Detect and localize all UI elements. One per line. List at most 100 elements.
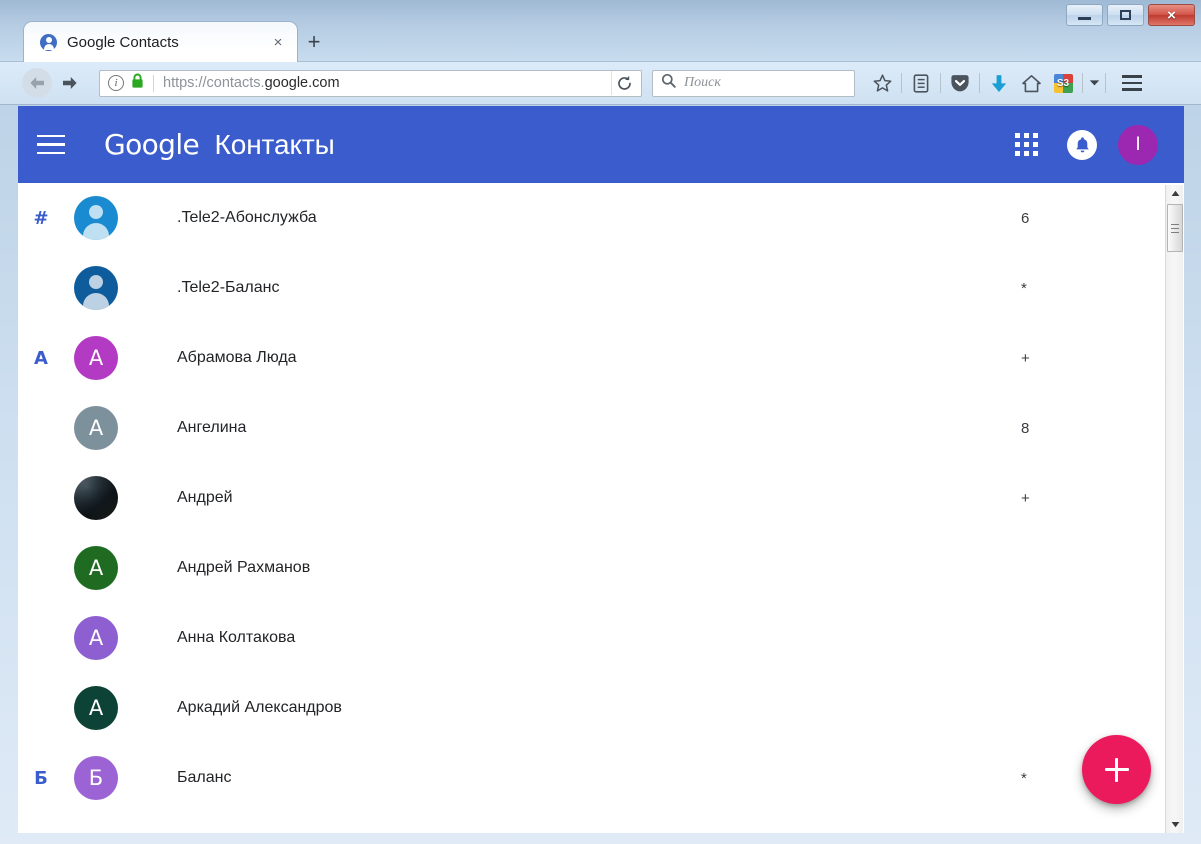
pocket-button[interactable] xyxy=(944,67,976,99)
hamburger-menu-icon xyxy=(37,134,65,138)
reading-list-icon xyxy=(913,73,929,93)
new-tab-button[interactable]: + xyxy=(300,28,328,56)
section-index-letter: Б xyxy=(34,767,48,789)
contact-phone-clipped xyxy=(1021,533,1031,603)
reading-list-button[interactable] xyxy=(905,67,937,99)
contact-avatar[interactable]: Б xyxy=(74,756,118,800)
logo-google-text: Google xyxy=(104,128,200,161)
contact-phone-clipped: 6 xyxy=(1021,209,1030,227)
arrow-right-icon xyxy=(63,77,77,89)
scroll-up-arrow-icon xyxy=(1171,190,1179,196)
contact-row[interactable]: # .Tele2-Абонслужба 6 xyxy=(18,183,1184,253)
contact-phone-clipped: 8 xyxy=(1021,419,1030,437)
browser-tab[interactable]: Google Contacts × xyxy=(23,21,298,62)
contact-phone-clipped: + xyxy=(1021,489,1030,507)
reload-button[interactable] xyxy=(611,71,637,95)
extension-button[interactable]: S3 xyxy=(1047,67,1079,99)
contact-person-icon xyxy=(40,33,57,51)
downloads-button[interactable] xyxy=(983,67,1015,99)
toolbar-icons: S3 xyxy=(866,67,1149,99)
contact-avatar[interactable] xyxy=(74,196,118,240)
extension-icon: S3 xyxy=(1053,73,1073,93)
contact-row[interactable]: Андрей + xyxy=(18,463,1184,533)
contact-name: Анна Колтакова xyxy=(177,629,296,646)
contact-name: Абрамова Люда xyxy=(177,349,297,366)
logo-product-text: Контакты xyxy=(214,129,335,160)
browser-search-box[interactable]: Поиск xyxy=(652,69,855,97)
contact-name: Андрей xyxy=(177,489,233,506)
contact-name: Баланс xyxy=(177,769,232,786)
account-button[interactable]: I xyxy=(1110,117,1166,173)
contact-row[interactable]: А Ангелина 8 xyxy=(18,393,1184,463)
toolbar-divider xyxy=(940,73,941,93)
contact-phone-clipped: * xyxy=(1021,769,1027,787)
notifications-button[interactable] xyxy=(1054,117,1110,173)
window-controls: × xyxy=(1066,4,1195,26)
contact-avatar[interactable]: А xyxy=(74,336,118,380)
apps-grid-icon xyxy=(1014,133,1038,156)
contact-avatar[interactable]: А xyxy=(74,406,118,450)
contact-avatar[interactable] xyxy=(74,266,118,310)
apps-launcher-button[interactable] xyxy=(998,117,1054,173)
contact-name: Ангелина xyxy=(177,419,247,436)
padlock-icon[interactable] xyxy=(131,73,144,94)
browser-menu-button[interactable] xyxy=(1115,67,1149,99)
contact-row[interactable]: А А Абрамова Люда + xyxy=(18,323,1184,393)
downloads-icon xyxy=(991,74,1007,92)
close-window-button[interactable]: × xyxy=(1148,4,1195,26)
bookmark-star-button[interactable] xyxy=(866,67,898,99)
info-icon[interactable]: i xyxy=(108,75,124,91)
chevron-down-button[interactable] xyxy=(1086,67,1102,99)
scroll-up-button[interactable] xyxy=(1166,185,1184,202)
maximize-button[interactable] xyxy=(1107,4,1144,26)
bookmark-star-icon xyxy=(873,73,891,92)
contact-phone-clipped xyxy=(1021,603,1031,673)
chevron-down-icon xyxy=(1089,80,1099,86)
contact-row[interactable]: А Анна Колтакова xyxy=(18,603,1184,673)
page-scrollbar[interactable] xyxy=(1165,185,1183,833)
tab-title: Google Contacts xyxy=(67,33,179,51)
reload-icon xyxy=(618,75,631,90)
contact-phone-clipped: * xyxy=(1021,279,1027,297)
contact-name: Андрей Рахманов xyxy=(177,559,311,576)
toolbar-divider xyxy=(1105,73,1106,93)
home-button[interactable] xyxy=(1015,67,1047,99)
contact-row[interactable]: А Андрей Рахманов xyxy=(18,533,1184,603)
contact-row[interactable]: Б Б Баланс * xyxy=(18,743,1184,813)
scroll-thumb[interactable] xyxy=(1167,204,1183,252)
pocket-icon xyxy=(951,74,969,91)
contact-avatar[interactable]: А xyxy=(74,686,118,730)
contact-row[interactable]: А Аркадий Александров xyxy=(18,673,1184,743)
url-text: https://contacts.google.com xyxy=(163,75,611,91)
section-index-letter: А xyxy=(34,347,48,369)
back-button[interactable] xyxy=(22,68,52,98)
search-icon xyxy=(661,73,676,93)
contact-list: # .Tele2-Абонслужба 6 .Tele2-Баланс * А А Абрам… xyxy=(18,183,1184,833)
address-bar[interactable]: i https://contacts.google.com xyxy=(99,69,642,97)
page-viewport: Google Контакты Поиск xyxy=(18,106,1184,833)
scroll-down-button[interactable] xyxy=(1166,816,1184,833)
tab-close-icon[interactable]: × xyxy=(269,33,287,51)
extension-badge-label: S3 xyxy=(1056,77,1070,89)
toolbar-divider xyxy=(901,73,902,93)
minimize-icon xyxy=(1078,17,1091,20)
url-divider xyxy=(153,74,154,92)
scroll-down-arrow-icon xyxy=(1171,822,1179,828)
arrow-left-icon xyxy=(30,77,44,89)
app-menu-button[interactable] xyxy=(37,131,71,159)
contact-row[interactable]: .Tele2-Баланс * xyxy=(18,253,1184,323)
create-contact-button[interactable] xyxy=(1082,735,1151,804)
browser-search-placeholder: Поиск xyxy=(684,75,721,90)
bell-icon xyxy=(1067,129,1097,160)
minimize-button[interactable] xyxy=(1066,4,1103,26)
header-actions: I xyxy=(998,106,1166,183)
app-logo[interactable]: Google Контакты xyxy=(104,128,335,161)
menu-hamburger-icon xyxy=(1122,75,1142,78)
contact-avatar[interactable]: А xyxy=(74,616,118,660)
contact-name: Аркадий Александров xyxy=(177,699,342,716)
browser-window: × Google Contacts × + i https://contacts… xyxy=(0,0,1201,844)
contact-avatar[interactable]: А xyxy=(74,546,118,590)
forward-button[interactable] xyxy=(55,68,85,98)
contact-avatar-photo[interactable] xyxy=(74,476,118,520)
contact-phone-clipped xyxy=(1021,673,1031,743)
